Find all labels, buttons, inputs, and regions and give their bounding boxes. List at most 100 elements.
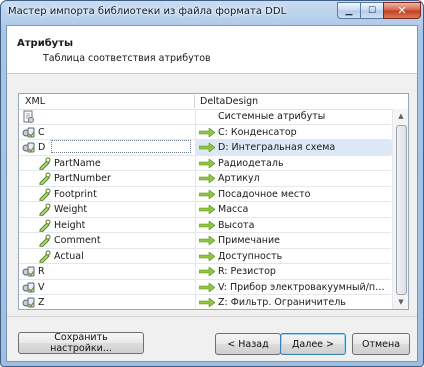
save-settings-button[interactable]: Сохранить настройки... <box>18 332 144 354</box>
attribute-icon <box>38 172 51 186</box>
close-icon: ✕ <box>397 4 407 17</box>
title-bar[interactable]: Мастер импорта библиотеки из файла форма… <box>1 1 423 25</box>
deltadesign-cell[interactable]: Z: Фильтр. Ограничитель <box>195 295 392 309</box>
page-title: Атрибуты <box>17 38 74 49</box>
deltadesign-cell[interactable]: Системные атрибуты <box>195 109 392 124</box>
xml-name: Comment <box>54 235 101 246</box>
maximize-button[interactable]: ☐ <box>360 2 384 19</box>
deltadesign-cell[interactable]: C: Конденсатор <box>195 124 392 139</box>
cell-focus-box[interactable] <box>51 140 191 153</box>
table-row[interactable]: Height Высота <box>19 217 392 233</box>
mapping-arrow-icon <box>198 157 216 169</box>
table-row[interactable]: PartName Радиодеталь <box>19 155 392 171</box>
xml-cell[interactable]: Weight <box>19 202 194 217</box>
attribute-icon <box>38 219 51 232</box>
deltadesign-name: Посадочное место <box>218 188 311 200</box>
column-header-deltadesign[interactable]: DeltaDesign <box>200 96 258 107</box>
table-row[interactable]: Z Z: Фильтр. Ограничитель <box>19 295 392 309</box>
xml-cell[interactable]: Comment <box>19 233 194 248</box>
vertical-scrollbar[interactable]: ▲ ▼ <box>392 109 408 309</box>
attribute-mapping-table[interactable]: XML DeltaDesign Системные атрибуты C C: Ко… <box>18 93 409 310</box>
maximize-icon: ☐ <box>367 5 377 16</box>
table-row[interactable]: D D: Интегральная схема <box>19 140 392 156</box>
xml-cell[interactable]: PartNumber <box>19 171 194 186</box>
xml-cell[interactable]: Z <box>19 295 194 309</box>
attribute-icon <box>38 234 51 248</box>
xml-cell[interactable]: R <box>19 264 194 279</box>
xml-cell[interactable]: Footprint <box>19 187 194 201</box>
table-row[interactable]: Системные атрибуты <box>19 109 391 125</box>
dialog-client-area: Атрибуты Таблица соответствия атрибутов … <box>6 25 418 362</box>
attribute-icon <box>38 157 51 170</box>
deltadesign-cell[interactable]: Посадочное место <box>195 186 392 201</box>
table-row[interactable]: C C: Конденсатор <box>19 124 392 140</box>
document-tree-icon <box>22 110 35 123</box>
deltadesign-name: V: Прибор электровакуумный/полупроводник… <box>218 281 390 293</box>
scrollbar-thumb[interactable] <box>396 125 407 295</box>
footer-divider <box>7 316 417 317</box>
deltadesign-cell[interactable]: Артикул <box>195 171 392 186</box>
table-body: Системные атрибуты C C: Конденсатор D D: Инт… <box>19 109 392 309</box>
xml-cell[interactable]: Height <box>19 218 194 232</box>
next-button[interactable]: Далее > <box>280 333 346 355</box>
table-row[interactable]: PartNumber Артикул <box>19 171 391 187</box>
xml-cell[interactable] <box>19 109 194 124</box>
xml-name: D <box>38 142 46 153</box>
deltadesign-name: Радиодеталь <box>218 157 284 169</box>
wizard-window: Мастер импорта библиотеки из файла форма… <box>0 0 424 367</box>
column-header-xml[interactable]: XML <box>25 96 45 107</box>
attribute-icon <box>38 203 51 217</box>
cancel-button[interactable]: Отмена <box>352 333 410 355</box>
table-row[interactable]: Footprint Посадочное место <box>19 186 392 202</box>
deltadesign-name: Системные атрибуты <box>218 111 326 122</box>
table-row[interactable]: V V: Прибор электровакуумный/полупроводни… <box>19 279 392 295</box>
deltadesign-name: Артикул <box>218 173 260 184</box>
mapping-arrow-icon <box>198 250 216 262</box>
scroll-up-icon[interactable]: ▲ <box>393 109 408 123</box>
wizard-header: Атрибуты Таблица соответствия атрибутов <box>7 26 417 74</box>
component-icon <box>22 141 35 154</box>
back-button[interactable]: < Назад <box>215 333 281 355</box>
deltadesign-cell[interactable]: D: Интегральная схема <box>195 140 392 155</box>
deltadesign-cell[interactable]: Масса <box>195 202 392 217</box>
mapping-arrow-icon <box>198 235 216 246</box>
xml-name: Footprint <box>54 188 97 200</box>
scroll-down-icon[interactable]: ▼ <box>393 295 408 309</box>
table-row[interactable]: Weight Масса <box>19 202 391 218</box>
deltadesign-cell[interactable]: Радиодеталь <box>195 155 392 170</box>
component-icon <box>22 281 35 294</box>
xml-name: V <box>38 281 45 293</box>
deltadesign-cell[interactable]: Доступность <box>195 248 392 263</box>
xml-cell[interactable]: D <box>19 140 194 155</box>
deltadesign-cell[interactable]: Высота <box>195 217 392 232</box>
table-row[interactable]: R R: Резистор <box>19 264 391 280</box>
table-row[interactable]: Actual Доступность <box>19 248 392 264</box>
deltadesign-cell[interactable]: Примечание <box>195 233 392 248</box>
mapping-arrow-icon <box>198 204 216 215</box>
deltadesign-cell[interactable]: R: Резистор <box>195 264 392 279</box>
deltadesign-name: C: Конденсатор <box>218 126 297 138</box>
component-icon <box>22 265 35 278</box>
xml-cell[interactable]: PartName <box>19 156 194 170</box>
component-icon <box>22 296 35 309</box>
mapping-arrow-icon <box>198 126 216 138</box>
deltadesign-name: Высота <box>218 219 255 231</box>
window-title: Мастер импорта библиотеки из файла форма… <box>8 6 287 17</box>
deltadesign-name: R: Резистор <box>218 266 276 277</box>
minimize-icon: ▁ <box>345 5 353 16</box>
page-subtitle: Таблица соответствия атрибутов <box>43 53 211 64</box>
mapping-arrow-icon <box>198 219 216 231</box>
xml-cell[interactable]: Actual <box>19 249 194 263</box>
xml-name: Z <box>38 297 45 308</box>
xml-cell[interactable]: C <box>19 125 194 140</box>
deltadesign-name: Масса <box>218 204 249 215</box>
xml-name: R <box>38 266 45 277</box>
xml-cell[interactable]: V <box>19 280 194 295</box>
table-row[interactable]: Comment Примечание <box>19 233 391 249</box>
deltadesign-cell[interactable]: V: Прибор электровакуумный/полупроводник… <box>195 279 392 294</box>
close-button[interactable]: ✕ <box>383 2 421 19</box>
mapping-arrow-icon <box>198 281 216 293</box>
column-divider[interactable] <box>194 95 195 108</box>
component-icon <box>22 126 35 139</box>
minimize-button[interactable]: ▁ <box>337 2 361 19</box>
